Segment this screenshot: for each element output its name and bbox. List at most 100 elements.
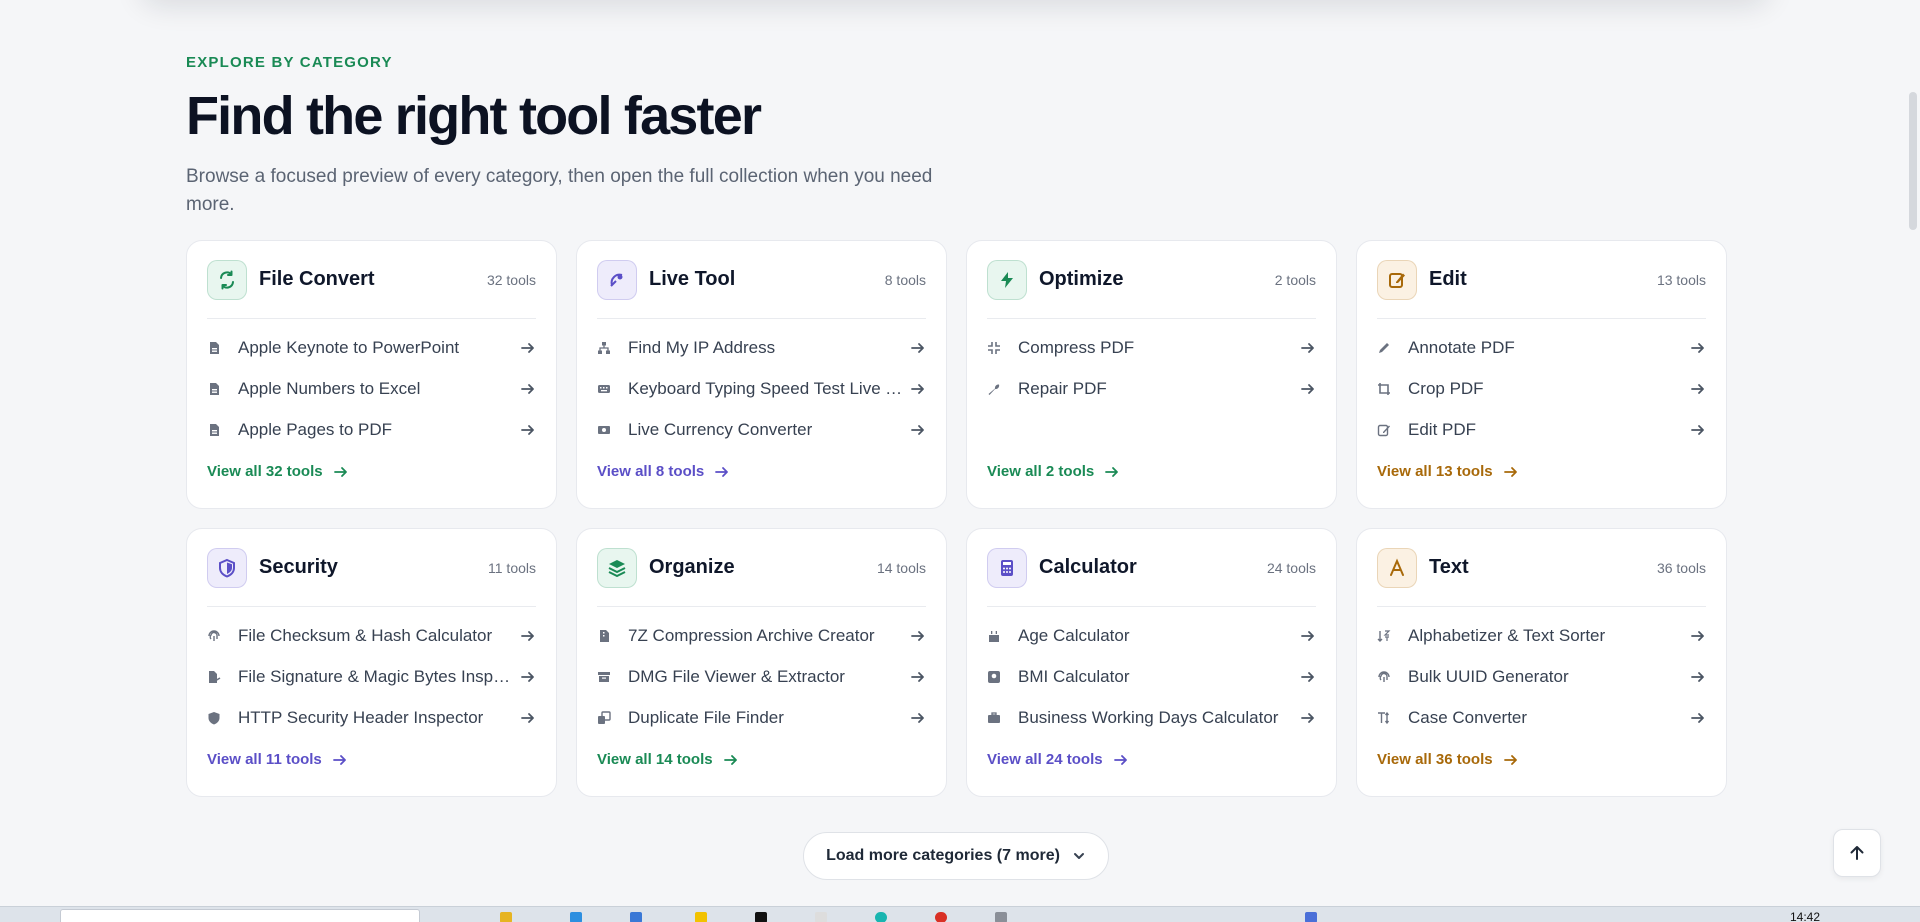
tool-link[interactable]: File Checksum & Hash Calculator	[207, 615, 536, 656]
wrench-icon	[987, 382, 1001, 396]
tool-link[interactable]: Alphabetizer & Text Sorter	[1377, 615, 1706, 656]
tool-link[interactable]: Case Converter	[1377, 697, 1706, 738]
category-title: Organize	[649, 556, 735, 578]
category-header: Live Tool 8 tools	[597, 241, 926, 319]
tool-link[interactable]: 7Z Compression Archive Creator	[597, 615, 926, 656]
category-tool-count: 24 tools	[1266, 559, 1316, 576]
tool-link[interactable]: Live Currency Converter	[597, 409, 926, 450]
category-header: Organize 14 tools	[597, 529, 926, 607]
arrow-right-icon	[723, 754, 737, 765]
tool-link[interactable]: BMI Calculator	[987, 656, 1316, 697]
arrow-right-icon	[332, 754, 346, 765]
tool-link[interactable]: Business Working Days Calculator	[987, 697, 1316, 738]
tool-link[interactable]: DMG File Viewer & Extractor	[597, 656, 926, 697]
tool-list: 7Z Compression Archive Creator DMG File …	[597, 615, 926, 738]
tool-list: Alphabetizer & Text Sorter Bulk UUID Gen…	[1377, 615, 1706, 738]
category-tool-count: 32 tools	[486, 271, 536, 288]
view-all-link[interactable]: View all 8 tools	[597, 463, 730, 480]
tool-link[interactable]: Compress PDF	[987, 327, 1316, 368]
arrow-right-icon	[911, 424, 924, 435]
view-all-link[interactable]: View all 14 tools	[597, 751, 739, 768]
view-all-link[interactable]: View all 13 tools	[1377, 463, 1519, 480]
tool-link[interactable]: Age Calculator	[987, 615, 1316, 656]
tool-link[interactable]: Crop PDF	[1377, 368, 1706, 409]
category-tool-count: 11 tools	[488, 559, 536, 576]
view-all-link[interactable]: View all 2 tools	[987, 463, 1120, 480]
taskbar-app-icon[interactable]	[570, 912, 582, 922]
tool-name: File Signature & Magic Bytes Inspector	[238, 666, 520, 686]
tool-link[interactable]: Keyboard Typing Speed Test Live Test	[597, 368, 926, 409]
view-all-link[interactable]: View all 24 tools	[987, 751, 1129, 768]
taskbar-app-icon[interactable]	[695, 912, 707, 922]
tool-link[interactable]: Apple Numbers to Excel	[207, 368, 536, 409]
category-header: File Convert 32 tools	[207, 241, 536, 319]
page-scrollbar[interactable]	[1906, 0, 1920, 906]
scrollbar-thumb[interactable]	[1909, 92, 1917, 230]
tool-link[interactable]: Find My IP Address	[597, 327, 926, 368]
taskbar-app-icon[interactable]	[815, 912, 827, 922]
taskbar-app-icon[interactable]	[500, 912, 512, 922]
tool-list: Annotate PDF Crop PDF Edit PDF	[1377, 327, 1706, 450]
tool-link[interactable]: Apple Keynote to PowerPoint	[207, 327, 536, 368]
category-title: Edit	[1429, 268, 1467, 290]
chevron-down-icon	[1073, 853, 1084, 859]
file-icon	[207, 382, 221, 396]
category-header: Edit 13 tools	[1377, 241, 1706, 319]
category-title: File Convert	[259, 268, 375, 290]
briefcase-icon	[987, 711, 1001, 725]
view-all-link[interactable]: View all 32 tools	[207, 463, 349, 480]
tool-name: Annotate PDF	[1408, 337, 1515, 357]
taskbar-app-icon[interactable]	[875, 912, 887, 922]
category-tool-count: 36 tools	[1656, 559, 1706, 576]
category-card-optimize: Optimize 2 tools Compress PDF Repair PDF…	[966, 240, 1337, 509]
fingerprint-icon	[207, 629, 221, 643]
taskbar-app-icon[interactable]	[630, 912, 642, 922]
shield-icon	[207, 547, 247, 588]
tool-link[interactable]: Annotate PDF	[1377, 327, 1706, 368]
category-card-security: Security 11 tools File Checksum & Hash C…	[186, 528, 557, 797]
section-headline: Find the right tool faster	[186, 86, 762, 146]
arrow-right-icon	[1301, 630, 1314, 641]
category-tool-count: 14 tools	[876, 559, 926, 576]
taskbar-search-box[interactable]	[60, 909, 420, 922]
tool-link[interactable]: Edit PDF	[1377, 409, 1706, 450]
taskbar-app-icon[interactable]	[995, 912, 1007, 922]
view-all-link[interactable]: View all 36 tools	[1377, 751, 1519, 768]
arrow-right-icon	[521, 671, 534, 682]
shield-icon	[207, 711, 221, 725]
tool-name: Apple Keynote to PowerPoint	[238, 337, 460, 357]
taskbar-app-icon[interactable]	[935, 912, 947, 922]
category-card-edit: Edit 13 tools Annotate PDF Crop PDF Edit…	[1356, 240, 1727, 509]
load-more-label: Load more categories (7 more)	[826, 847, 1060, 864]
tool-name: Apple Pages to PDF	[238, 419, 393, 439]
category-card-file-convert: File Convert 32 tools Apple Keynote to P…	[186, 240, 557, 509]
tool-link[interactable]: File Signature & Magic Bytes Inspector	[207, 656, 536, 697]
view-all-link[interactable]: View all 11 tools	[207, 751, 348, 768]
arrow-right-icon	[1691, 630, 1704, 641]
satellite-icon	[597, 259, 637, 300]
tool-link[interactable]: Duplicate File Finder	[597, 697, 926, 738]
arrow-right-icon	[1301, 671, 1314, 682]
file-zip-icon	[597, 629, 611, 643]
tool-list: File Checksum & Hash Calculator File Sig…	[207, 615, 536, 738]
tool-link[interactable]: Bulk UUID Generator	[1377, 656, 1706, 697]
tool-link[interactable]: HTTP Security Header Inspector	[207, 697, 536, 738]
arrow-up-icon	[1850, 846, 1864, 860]
tool-link[interactable]: Repair PDF	[987, 368, 1316, 409]
arrow-right-icon	[1691, 671, 1704, 682]
refresh-icon	[207, 259, 247, 300]
tool-name: DMG File Viewer & Extractor	[628, 666, 845, 686]
taskbar-app-icon[interactable]	[755, 912, 767, 922]
category-tool-count: 8 tools	[884, 271, 926, 288]
os-taskbar: 14:42	[0, 906, 1920, 922]
back-to-top-button[interactable]	[1833, 829, 1881, 877]
category-grid: File Convert 32 tools Apple Keynote to P…	[186, 240, 1727, 797]
cake-icon	[987, 629, 1001, 643]
tool-link[interactable]: Apple Pages to PDF	[207, 409, 536, 450]
tool-name: Live Currency Converter	[628, 419, 813, 439]
category-tool-count: 2 tools	[1274, 271, 1316, 288]
load-more-button[interactable]: Load more categories (7 more)	[803, 832, 1109, 880]
bolt-icon	[987, 259, 1027, 300]
taskbar-app-icon[interactable]	[1305, 912, 1317, 922]
view-all-label: View all 14 tools	[597, 751, 713, 768]
